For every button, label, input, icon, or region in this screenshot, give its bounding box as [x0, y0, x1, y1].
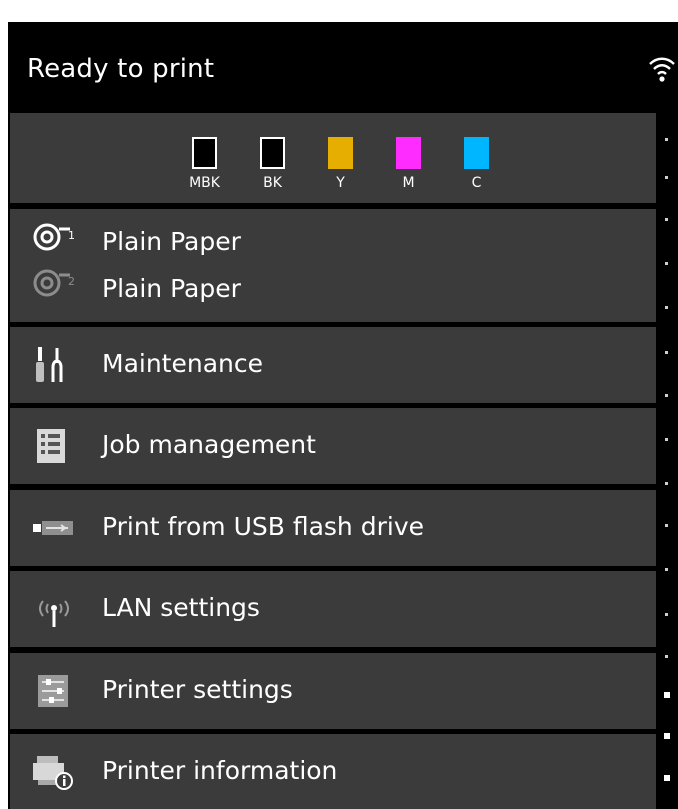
menu-label-printer-settings: Printer settings	[102, 675, 293, 704]
ink-mbk-swatch	[192, 137, 217, 169]
job-management-icon	[37, 429, 65, 463]
scroll-dot	[665, 568, 668, 571]
scroll-dot	[665, 482, 668, 485]
scroll-dot	[665, 351, 668, 354]
usb-flash-drive-icon	[33, 521, 73, 535]
ink-y-swatch	[328, 137, 353, 169]
ink-level-list: MBK BK Y M C	[182, 135, 522, 195]
printer-settings-icon	[38, 675, 68, 707]
scroll-dot	[665, 306, 668, 309]
ink-c-label: C	[471, 175, 482, 191]
menu-label-lan-settings: LAN settings	[102, 593, 260, 622]
scroll-dot	[665, 438, 668, 441]
ink-c: C	[454, 135, 522, 195]
scroll-dot	[665, 262, 668, 265]
ink-c-swatch	[464, 137, 489, 169]
ink-bk: BK	[250, 135, 318, 195]
scroll-dot-active	[664, 733, 670, 739]
ink-levels-panel[interactable]: MBK BK Y M C	[10, 113, 656, 203]
printer-status-text: Ready to print	[27, 54, 215, 84]
ink-mbk: MBK	[182, 135, 250, 195]
menu-label-print-from-usb: Print from USB flash drive	[102, 512, 424, 541]
scroll-dot	[665, 138, 668, 141]
menu-item-lan-settings[interactable]: LAN settings	[10, 571, 656, 647]
menu-label-job-management: Job management	[102, 430, 316, 459]
ink-m: M	[386, 135, 454, 195]
scroll-dot	[665, 655, 668, 658]
menu-item-printer-information[interactable]: Printer information	[10, 734, 656, 809]
printer-information-icon	[33, 756, 73, 790]
scroll-dot	[665, 613, 668, 616]
ink-m-label: M	[402, 175, 415, 191]
roll-1-paper-label: Plain Paper	[102, 227, 241, 256]
scroll-dot	[665, 394, 668, 397]
wifi-icon	[649, 57, 675, 82]
ink-bk-swatch	[260, 137, 285, 169]
scroll-dot-active	[664, 775, 670, 781]
menu-item-print-from-usb[interactable]: Print from USB flash drive	[10, 490, 656, 566]
scroll-dot	[665, 176, 668, 179]
ink-bk-label: BK	[263, 175, 282, 191]
menu-label-maintenance: Maintenance	[102, 349, 263, 378]
roll-2-icon: 2	[33, 269, 75, 297]
printer-control-screen: Ready to print MBK BK Y M C 1 Plain Pape…	[8, 22, 678, 809]
paper-settings-panel[interactable]: 1 Plain Paper 2 Plain Paper	[10, 209, 656, 322]
menu-item-printer-settings[interactable]: Printer settings	[10, 653, 656, 729]
menu-scroll-indicator	[664, 138, 671, 809]
maintenance-icon	[36, 347, 63, 382]
roll-2-paper-label: Plain Paper	[102, 274, 241, 303]
menu-label-printer-information: Printer information	[102, 756, 338, 785]
svg-text:1: 1	[68, 229, 75, 242]
svg-text:2: 2	[68, 275, 75, 288]
scroll-dot-active	[664, 692, 670, 698]
scroll-dot	[665, 524, 668, 527]
menu-item-job-management[interactable]: Job management	[10, 408, 656, 484]
scroll-dot	[665, 218, 668, 221]
ink-y-label: Y	[336, 175, 345, 191]
ink-m-swatch	[396, 137, 421, 169]
menu-item-maintenance[interactable]: Maintenance	[10, 327, 656, 403]
ink-y: Y	[318, 135, 386, 195]
lan-antenna-icon	[39, 600, 69, 627]
roll-1-icon: 1	[33, 223, 75, 251]
ink-mbk-label: MBK	[189, 175, 220, 191]
status-bar: Ready to print	[8, 22, 678, 114]
